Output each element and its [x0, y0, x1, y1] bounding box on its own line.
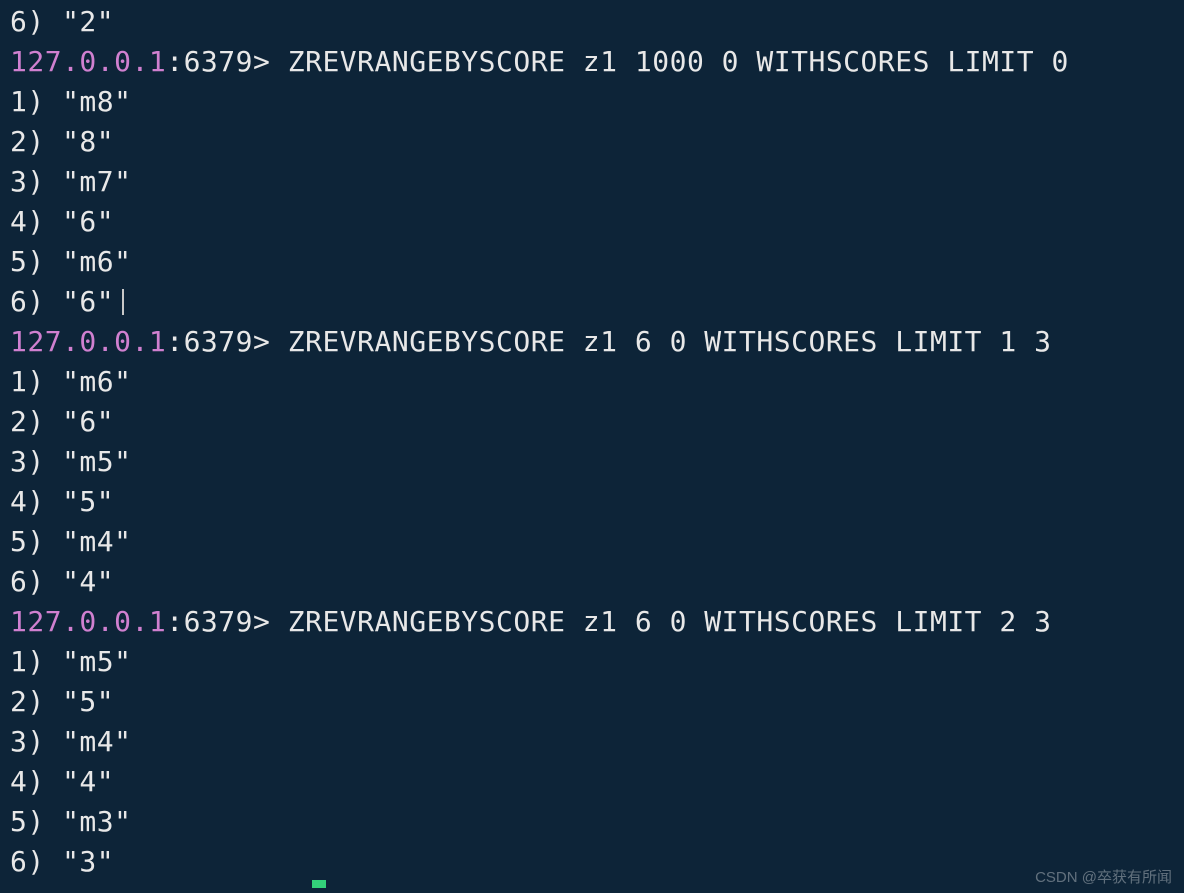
prompt-host: 127.0.0.1 [10, 45, 166, 78]
prompt-port: :6379> [166, 325, 270, 358]
result-line: 4) "5" [10, 482, 1176, 522]
result-line: 6) "3" [10, 842, 1176, 882]
result-line: 2) "6" [10, 402, 1176, 442]
result-line: 4) "6" [10, 202, 1176, 242]
result-index: 5) [10, 245, 45, 278]
result-index: 2) [10, 125, 45, 158]
result-index: 6) [10, 5, 45, 38]
prompt-host: 127.0.0.1 [10, 325, 166, 358]
result-index: 1) [10, 85, 45, 118]
result-value: "m4" [62, 725, 131, 758]
result-value: "m8" [62, 85, 131, 118]
result-value: "4" [62, 565, 114, 598]
result-value: "m4" [62, 525, 131, 558]
result-index: 2) [10, 685, 45, 718]
result-value: "4" [62, 765, 114, 798]
result-index: 5) [10, 525, 45, 558]
result-line: 6) "6" [10, 282, 1176, 322]
result-line: 1) "m5" [10, 642, 1176, 682]
result-value: "6" [62, 285, 114, 318]
result-value: "m3" [62, 805, 131, 838]
prompt-line: 127.0.0.1:6379> ZREVRANGEBYSCORE z1 6 0 … [10, 602, 1176, 642]
command-text: ZREVRANGEBYSCORE z1 1000 0 WITHSCORES LI… [270, 45, 1086, 78]
result-index: 2) [10, 405, 45, 438]
result-index: 4) [10, 765, 45, 798]
result-line: 3) "m7" [10, 162, 1176, 202]
result-index: 3) [10, 445, 45, 478]
result-line: 2) "5" [10, 682, 1176, 722]
prompt-port: :6379> [166, 45, 270, 78]
result-index: 1) [10, 365, 45, 398]
result-index: 3) [10, 725, 45, 758]
result-value: "6" [62, 405, 114, 438]
result-line: 5) "m4" [10, 522, 1176, 562]
result-value: "5" [62, 685, 114, 718]
result-line: 1) "m8" [10, 82, 1176, 122]
watermark: CSDN @卒获有所闻 [1035, 866, 1172, 887]
result-line: 3) "m4" [10, 722, 1176, 762]
result-line: 1) "m6" [10, 362, 1176, 402]
result-line: 2) "8" [10, 122, 1176, 162]
result-index: 6) [10, 285, 45, 318]
prompt-port: :6379> [166, 605, 270, 638]
result-value: "m7" [62, 165, 131, 198]
result-index: 6) [10, 845, 45, 878]
result-value: "3" [62, 845, 114, 878]
result-line: 5) "m6" [10, 242, 1176, 282]
terminal-output[interactable]: 6) "2"127.0.0.1:6379> ZREVRANGEBYSCORE z… [0, 0, 1184, 882]
block-cursor [312, 880, 326, 888]
result-index: 4) [10, 485, 45, 518]
result-index: 4) [10, 205, 45, 238]
result-value: "m5" [62, 645, 131, 678]
result-line: 5) "m3" [10, 802, 1176, 842]
prompt-line: 127.0.0.1:6379> ZREVRANGEBYSCORE z1 1000… [10, 42, 1176, 82]
result-index: 1) [10, 645, 45, 678]
result-value: "m6" [62, 365, 131, 398]
result-index: 6) [10, 565, 45, 598]
result-line: 6) "4" [10, 562, 1176, 602]
result-value: "8" [62, 125, 114, 158]
command-text: ZREVRANGEBYSCORE z1 6 0 WITHSCORES LIMIT… [270, 605, 1051, 638]
text-cursor [122, 289, 124, 315]
result-index: 5) [10, 805, 45, 838]
result-value: "5" [62, 485, 114, 518]
result-value: "2" [62, 5, 114, 38]
result-line: 3) "m5" [10, 442, 1176, 482]
command-text: ZREVRANGEBYSCORE z1 6 0 WITHSCORES LIMIT… [270, 325, 1051, 358]
result-value: "6" [62, 205, 114, 238]
result-line: 4) "4" [10, 762, 1176, 802]
result-value: "m6" [62, 245, 131, 278]
prompt-host: 127.0.0.1 [10, 605, 166, 638]
result-index: 3) [10, 165, 45, 198]
result-line: 6) "2" [10, 2, 1176, 42]
prompt-line: 127.0.0.1:6379> ZREVRANGEBYSCORE z1 6 0 … [10, 322, 1176, 362]
result-value: "m5" [62, 445, 131, 478]
